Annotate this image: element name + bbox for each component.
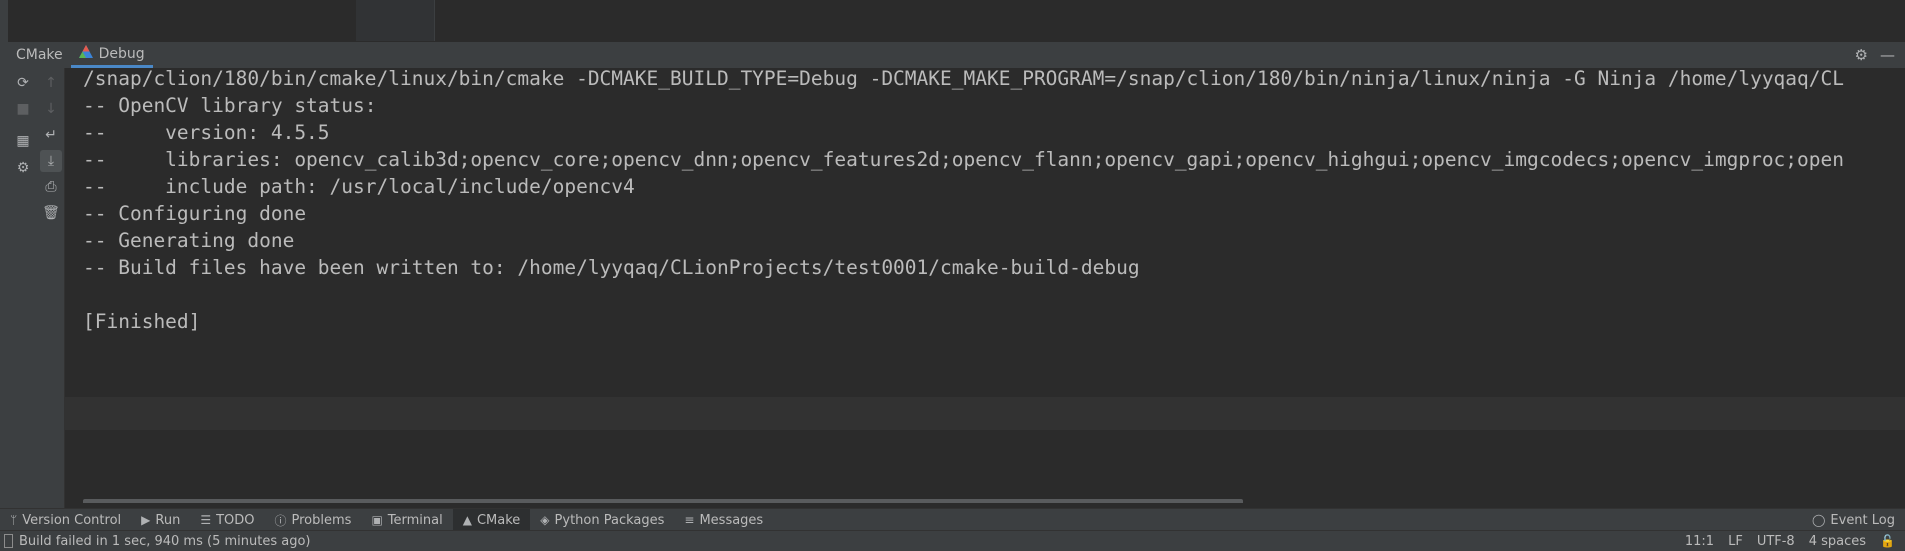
scroll-to-end-icon[interactable]: ⤓	[40, 150, 62, 172]
settings-icon[interactable]: ⚙	[12, 157, 34, 179]
gear-icon[interactable]: ⚙	[1855, 46, 1868, 64]
event-log-icon: ◯	[1811, 513, 1826, 527]
tool-problems-label: Problems	[291, 512, 352, 528]
tool-problems[interactable]: ⓘ Problems	[265, 509, 362, 531]
console-line: [Finished]	[83, 310, 201, 333]
tool-window-header: CMake Debug ⚙ —	[8, 41, 1905, 69]
clean-icon[interactable]: ▦	[12, 130, 34, 152]
tool-cmake[interactable]: ▲ CMake	[452, 509, 531, 531]
status-message[interactable]: Build failed in 1 sec, 940 ms (5 minutes…	[0, 534, 310, 549]
tool-run-label: Run	[155, 512, 181, 528]
editor-gutter	[356, 0, 435, 41]
tool-python-packages[interactable]: ◈ Python Packages	[530, 509, 674, 531]
soft-wrap-icon[interactable]: ↵	[40, 124, 62, 146]
left-tool-strip	[0, 41, 8, 508]
tool-cmake-label: CMake	[476, 512, 521, 528]
cmake-triangle-icon	[78, 45, 93, 62]
reload-icon[interactable]: ⟳	[12, 72, 34, 94]
tool-event-log-label: Event Log	[1830, 512, 1895, 528]
messages-icon: ≡	[684, 513, 695, 527]
tool-todo[interactable]: ☰ TODO	[190, 509, 264, 531]
status-bar: Build failed in 1 sec, 940 ms (5 minutes…	[0, 530, 1905, 551]
minimize-icon[interactable]: —	[1880, 46, 1895, 64]
console-toolbar-secondary: ↑ ↓ ↵ ⤓ ⎙ 🗑	[38, 68, 65, 508]
editor-area-top	[0, 0, 1905, 41]
tab-debug-label: Debug	[98, 45, 145, 62]
arrow-down-icon[interactable]: ↓	[40, 98, 62, 120]
tool-python-packages-label: Python Packages	[554, 512, 665, 528]
line-separator[interactable]: LF	[1728, 534, 1743, 549]
arrow-up-icon[interactable]: ↑	[40, 72, 62, 94]
tool-version-control-label: Version Control	[22, 512, 122, 528]
lock-icon[interactable]: 🔓	[1880, 534, 1895, 548]
indent-setting[interactable]: 4 spaces	[1809, 534, 1866, 549]
tool-terminal-label: Terminal	[387, 512, 443, 528]
trash-icon[interactable]: 🗑	[40, 202, 62, 224]
status-square-icon	[4, 534, 13, 548]
tool-run[interactable]: ▶ Run	[131, 509, 190, 531]
tool-event-log[interactable]: ◯ Event Log	[1802, 509, 1905, 531]
tool-messages-label: Messages	[699, 512, 764, 528]
info-icon: ⓘ	[274, 513, 287, 528]
tab-cmake[interactable]: CMake	[8, 42, 71, 68]
cmake-console-output[interactable]: /snap/clion/180/bin/cmake/linux/bin/cmak…	[65, 68, 1905, 503]
tool-version-control[interactable]: ᛘ Version Control	[0, 509, 131, 531]
tool-todo-label: TODO	[216, 512, 255, 528]
play-icon: ▶	[141, 513, 151, 527]
caret-line-highlight	[65, 397, 1905, 430]
tab-debug[interactable]: Debug	[70, 42, 153, 68]
list-icon: ☰	[200, 513, 212, 527]
console-toolbar-primary: ⟳ ■ ▦ ⚙	[8, 68, 38, 508]
console-line: -- Build files have been written to: /ho…	[83, 256, 1140, 279]
tab-cmake-label: CMake	[16, 47, 63, 63]
terminal-icon: ▣	[371, 513, 383, 527]
layers-icon: ◈	[540, 513, 550, 527]
left-outer-strip	[0, 0, 8, 41]
stop-icon[interactable]: ■	[12, 98, 34, 120]
cmake-icon: ▲	[462, 513, 472, 527]
horizontal-scrollbar[interactable]	[83, 499, 1243, 503]
tool-terminal[interactable]: ▣ Terminal	[361, 509, 452, 531]
caret-position[interactable]: 11:1	[1685, 534, 1714, 549]
bottom-tool-bar: ᛘ Version Control ▶ Run ☰ TODO ⓘ Problem…	[0, 508, 1905, 531]
tool-messages[interactable]: ≡ Messages	[674, 509, 773, 531]
print-icon[interactable]: ⎙	[40, 176, 62, 198]
status-message-text: Build failed in 1 sec, 940 ms (5 minutes…	[19, 533, 311, 549]
file-encoding[interactable]: UTF-8	[1757, 534, 1795, 549]
branch-icon: ᛘ	[10, 513, 18, 527]
